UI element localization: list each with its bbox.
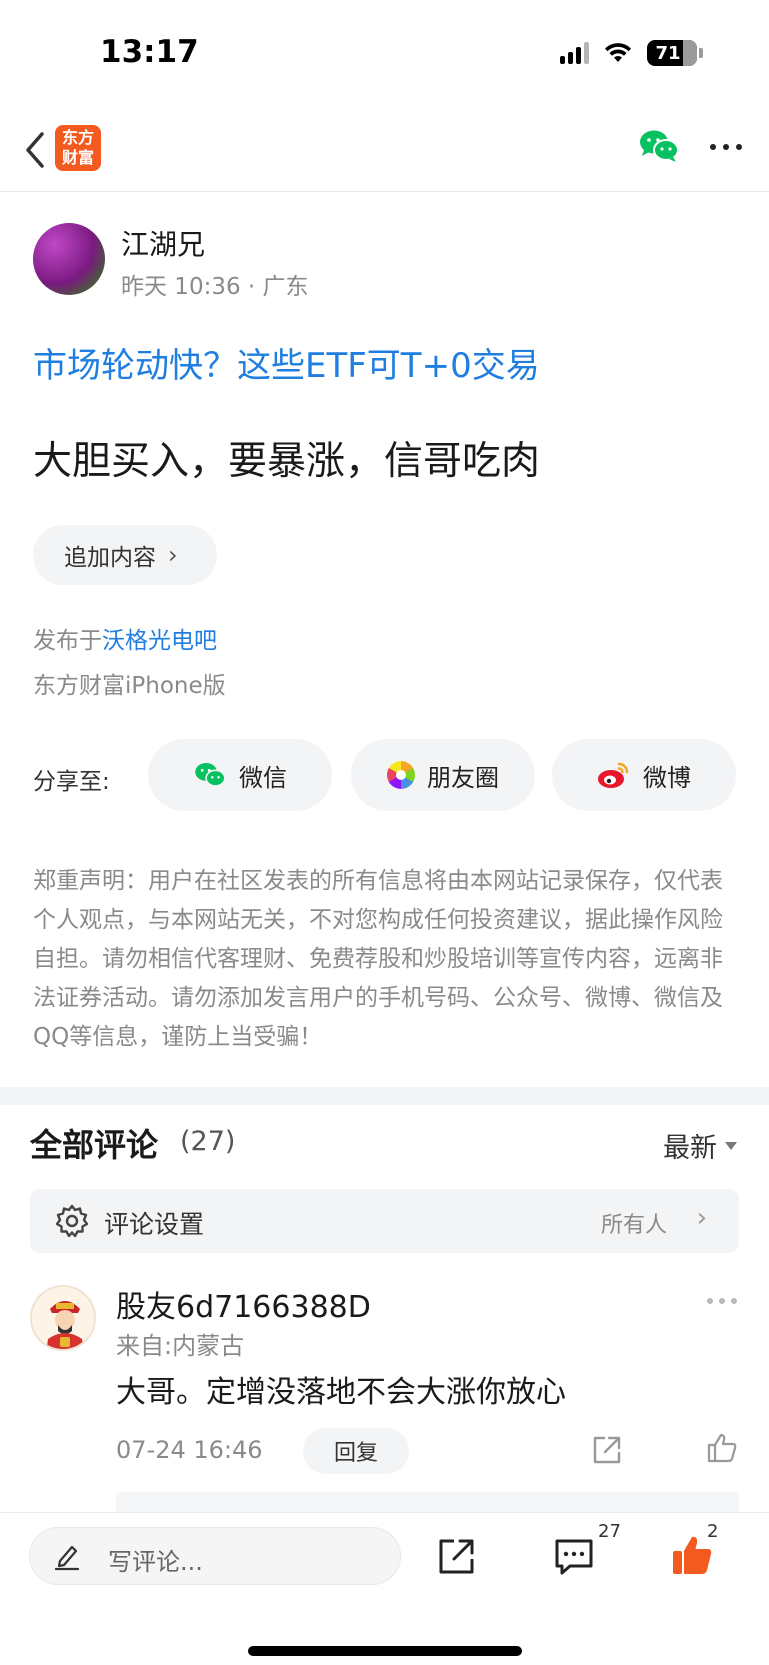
- caret-down-icon: [725, 1141, 737, 1150]
- client-info: 东方财富iPhone版: [33, 673, 226, 699]
- chevron-right-icon: ›: [168, 541, 178, 569]
- comment-settings-row[interactable]: 评论设置 所有人 ›: [30, 1189, 739, 1253]
- comment-sort-dropdown[interactable]: 最新: [663, 1126, 737, 1165]
- wifi-icon: [605, 43, 631, 62]
- wechat-icon: [195, 762, 226, 787]
- disclaimer-text: 郑重声明：用户在社区发表的所有信息将由本网站记录保存，仅代表个人观点，与本网站无…: [33, 868, 723, 1050]
- add-content-label: 追加内容: [64, 545, 156, 571]
- comment-settings-value: 所有人: [600, 1213, 667, 1238]
- section-divider: [0, 1087, 769, 1105]
- moments-icon: [387, 761, 415, 789]
- wechat-share-icon[interactable]: [638, 128, 680, 164]
- share-icon[interactable]: [591, 1434, 623, 1466]
- battery-level: 71: [655, 42, 681, 64]
- logo-text-top: 东方: [61, 128, 94, 147]
- comment-time: 07-24 16:46: [116, 1436, 263, 1464]
- comments-count: (27): [180, 1126, 236, 1157]
- comment-settings-label: 评论设置: [104, 1210, 205, 1239]
- gear-icon: [55, 1204, 89, 1238]
- comment-placeholder: 写评论...: [108, 1548, 203, 1576]
- like-count-badge: 2: [707, 1521, 719, 1542]
- share-moments-label: 朋友圈: [427, 763, 499, 792]
- post-body: 大胆买入，要暴涨，信哥吃肉: [33, 439, 541, 484]
- share-wechat-button[interactable]: 微信: [148, 739, 332, 811]
- reply-button[interactable]: 回复: [303, 1428, 409, 1474]
- share-label: 分享至:: [33, 769, 110, 795]
- nav-bar: 东方 财富: [0, 110, 769, 192]
- logo-text-bottom: 财富: [61, 148, 94, 167]
- commenter-avatar[interactable]: [30, 1285, 96, 1351]
- comments-title: 全部评论: [30, 1126, 159, 1164]
- chevron-right-icon: ›: [696, 1203, 707, 1233]
- share-weibo-button[interactable]: 微博: [552, 739, 736, 811]
- commenter-name[interactable]: 股友6d7166388D: [116, 1282, 371, 1326]
- commenter-location: 来自:内蒙古: [116, 1332, 245, 1360]
- publish-prefix: 发布于: [33, 628, 102, 654]
- reply-preview-box: [116, 1492, 739, 1512]
- add-content-button[interactable]: 追加内容 ›: [33, 525, 217, 585]
- share-icon[interactable]: [436, 1535, 478, 1577]
- post-title-link[interactable]: 市场轮动快？这些ETF可T+0交易: [33, 338, 540, 387]
- author-avatar[interactable]: [33, 223, 105, 295]
- cellular-signal-icon: [560, 42, 589, 64]
- weibo-icon: [598, 762, 629, 788]
- share-wechat-label: 微信: [239, 763, 287, 792]
- bottom-action-bar: 写评论... 27 2: [0, 1512, 769, 1665]
- share-weibo-label: 微博: [643, 763, 691, 792]
- comment-text: 大哥。定增没落地不会大涨你放心: [116, 1375, 566, 1410]
- comment-icon[interactable]: [553, 1537, 595, 1577]
- status-bar: 13:17 71: [0, 0, 769, 110]
- caishen-avatar-image: [32, 1287, 94, 1349]
- back-icon[interactable]: [20, 128, 50, 172]
- battery-icon: 71: [647, 40, 697, 66]
- sort-label: 最新: [663, 1133, 717, 1164]
- author-name[interactable]: 江湖兄: [121, 223, 205, 263]
- status-time: 13:17: [100, 34, 199, 70]
- comment-count-badge: 27: [598, 1521, 621, 1542]
- more-options-icon[interactable]: [710, 144, 742, 150]
- publish-info: 发布于沃格光电吧: [33, 621, 217, 655]
- battery-tip: [699, 48, 703, 58]
- thumbs-up-icon[interactable]: [706, 1432, 738, 1464]
- status-icons: 71: [560, 40, 703, 66]
- stock-bar-link[interactable]: 沃格光电吧: [102, 628, 217, 654]
- comment-more-icon[interactable]: [707, 1298, 737, 1304]
- post-author: 江湖兄 昨天 10:36 · 广东: [33, 223, 733, 300]
- pencil-icon: [54, 1545, 80, 1571]
- post-meta: 昨天 10:36 · 广东: [121, 274, 309, 300]
- app-logo[interactable]: 东方 财富: [55, 125, 101, 171]
- write-comment-input[interactable]: 写评论...: [29, 1527, 401, 1585]
- share-moments-button[interactable]: 朋友圈: [351, 739, 535, 811]
- home-indicator: [248, 1646, 522, 1656]
